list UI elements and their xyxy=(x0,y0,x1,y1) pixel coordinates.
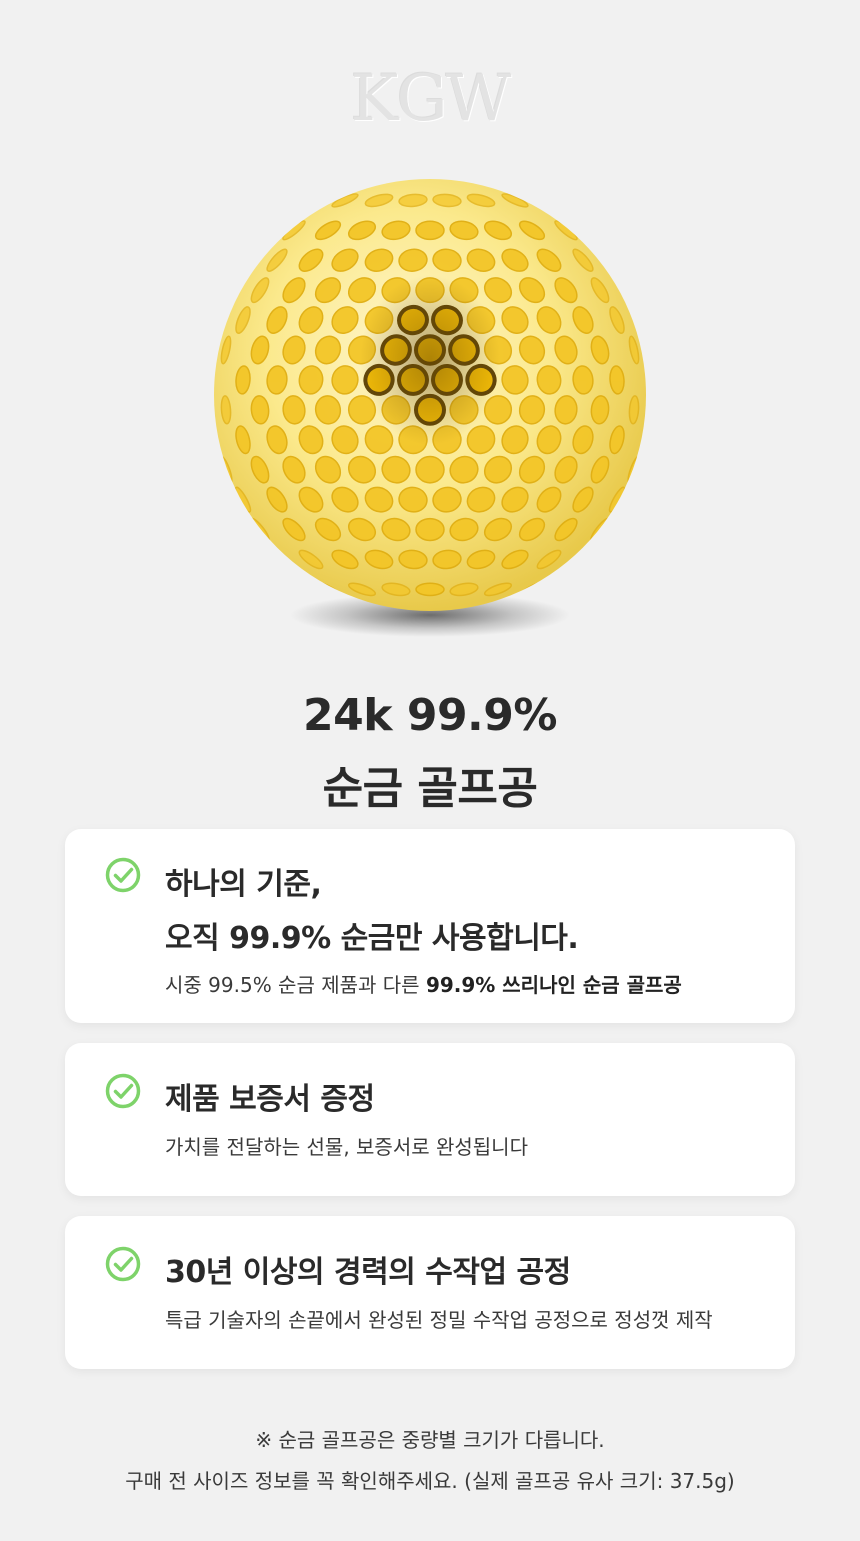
size-check-note: 구매 전 사이즈 정보를 꼭 확인해주세요. (실제 골프공 유사 크기: 37… xyxy=(125,1469,735,1493)
check-circle-icon xyxy=(105,1246,141,1282)
brand-logo: KGW xyxy=(350,62,512,136)
gold-golf-ball-icon xyxy=(214,179,646,637)
feature-title: 30년 이상의 경력의 수작업 공정 xyxy=(165,1255,571,1290)
size-note: ※ 순금 골프공은 중량별 크기가 다릅니다. xyxy=(255,1428,605,1452)
feature-description: 특급 기술자의 손끝에서 완성된 정밀 수작업 공정으로 정성껏 제작 xyxy=(165,1308,713,1332)
headline-product: 순금 골프공 xyxy=(322,763,538,814)
product-image xyxy=(205,175,655,655)
feature-description: 가치를 전달하는 선물, 보증서로 완성됩니다 xyxy=(165,1135,528,1159)
feature-card-craftsmanship: 30년 이상의 경력의 수작업 공정 특급 기술자의 손끝에서 완성된 정밀 수… xyxy=(65,1216,795,1369)
feature-title: 제품 보증서 증정 xyxy=(165,1082,375,1117)
feature-title-line1: 하나의 기준, xyxy=(165,867,322,902)
feature-description-bold: 99.9% 쓰리나인 순금 골프공 xyxy=(425,973,682,997)
feature-card-purity: 하나의 기준, 오직 99.9% 순금만 사용합니다. 시중 99.5% 순금 … xyxy=(65,829,795,1023)
check-circle-icon xyxy=(105,857,141,893)
feature-description: 시중 99.5% 순금 제품과 다른 99.9% 쓰리나인 순금 골프공 xyxy=(165,969,682,998)
feature-description-plain: 시중 99.5% 순금 제품과 다른 xyxy=(165,973,426,997)
feature-card-certificate: 제품 보증서 증정 가치를 전달하는 선물, 보증서로 완성됩니다 xyxy=(65,1043,795,1196)
check-circle-icon xyxy=(105,1073,141,1109)
headline-purity: 24k 99.9% xyxy=(303,690,557,741)
feature-title-line2: 오직 99.9% 순금만 사용합니다. xyxy=(165,921,579,956)
